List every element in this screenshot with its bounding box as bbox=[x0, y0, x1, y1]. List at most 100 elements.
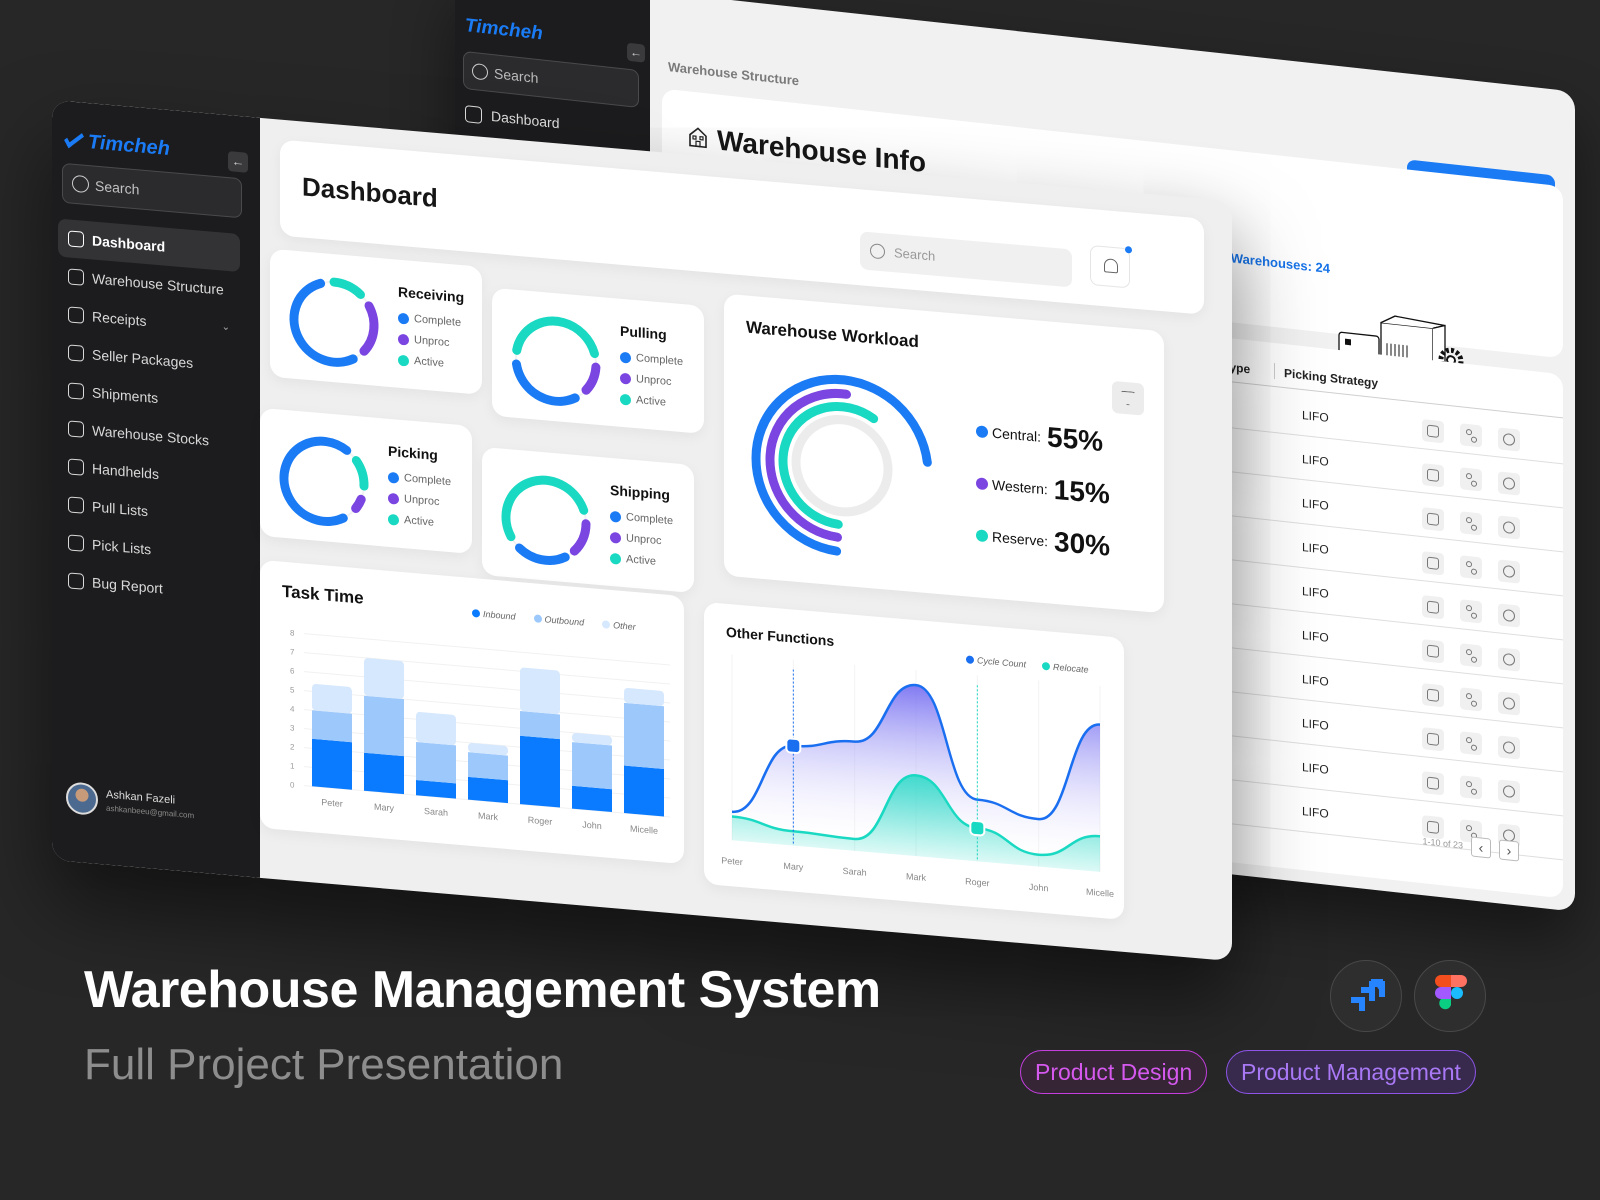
status-donut bbox=[279, 436, 369, 526]
archive-button[interactable] bbox=[1498, 691, 1520, 716]
x-tick-label: Sarah bbox=[424, 806, 448, 818]
row-actions bbox=[1422, 727, 1520, 760]
sidebar-item-dashboard[interactable]: Dashboard bbox=[465, 105, 560, 131]
sidebar-item-label: Warehouse Structure bbox=[92, 270, 224, 298]
warehouse-workload-card: Warehouse Workload Central: 55% Western: 15… bbox=[724, 293, 1164, 614]
dashboard-search-input[interactable]: Search bbox=[860, 231, 1072, 288]
branch-button[interactable] bbox=[1460, 775, 1482, 800]
legend-dot bbox=[398, 333, 409, 346]
legend-dot bbox=[388, 513, 399, 526]
branch-button[interactable] bbox=[1460, 731, 1482, 756]
column-picking-strategy[interactable]: Picking Strategy bbox=[1284, 366, 1378, 390]
note-button[interactable] bbox=[1422, 551, 1444, 576]
note-button[interactable] bbox=[1422, 771, 1444, 796]
sidebar-search-input[interactable]: Search bbox=[463, 50, 639, 108]
note-button[interactable] bbox=[1422, 683, 1444, 708]
archive-button[interactable] bbox=[1498, 471, 1520, 496]
branch-button[interactable] bbox=[1460, 467, 1482, 492]
user-profile[interactable]: Ashkan Fazeli ashkanbeeu@gmail.com bbox=[66, 781, 246, 836]
picking-strategy-cell: LIFO bbox=[1302, 628, 1329, 645]
notification-dot bbox=[1125, 245, 1132, 254]
archive-button[interactable] bbox=[1498, 603, 1520, 628]
workload-value: 55% bbox=[1047, 421, 1104, 458]
archive-button[interactable] bbox=[1498, 647, 1520, 672]
note-icon bbox=[1427, 556, 1439, 570]
chevron-down-icon[interactable]: ⌄ bbox=[222, 309, 230, 348]
workload-radial-chart bbox=[751, 374, 932, 556]
note-button[interactable] bbox=[1422, 419, 1444, 444]
brand-logo: Timcheh bbox=[465, 15, 543, 45]
picking-strategy-cell: LIFO bbox=[1302, 804, 1329, 821]
legend-dot bbox=[610, 531, 621, 544]
bar-roger-other bbox=[520, 667, 560, 715]
y-tick-label: 1 bbox=[290, 761, 295, 770]
status-donut bbox=[511, 316, 601, 406]
note-button[interactable] bbox=[1422, 507, 1444, 532]
row-actions bbox=[1422, 595, 1520, 628]
archive-button[interactable] bbox=[1498, 515, 1520, 540]
archive-button[interactable] bbox=[1498, 735, 1520, 760]
bell-icon bbox=[1104, 258, 1118, 274]
filter-button[interactable] bbox=[1112, 380, 1144, 416]
note-button[interactable] bbox=[1422, 463, 1444, 488]
branch-button[interactable] bbox=[1460, 687, 1482, 712]
legend-dot bbox=[966, 655, 974, 665]
sidebar-item-label: Handhelds bbox=[92, 460, 159, 483]
branch-button[interactable] bbox=[1460, 643, 1482, 668]
archive-button[interactable] bbox=[1498, 779, 1520, 804]
branch-button[interactable] bbox=[1460, 511, 1482, 536]
y-tick-label: 4 bbox=[290, 704, 295, 713]
bar-roger-inbound bbox=[520, 735, 560, 808]
archive-button[interactable] bbox=[1498, 559, 1520, 584]
note-icon bbox=[1427, 424, 1439, 438]
y-tick-label: 7 bbox=[290, 647, 295, 656]
collapse-sidebar-button[interactable]: ← bbox=[627, 42, 645, 63]
highlight-marker[interactable] bbox=[969, 819, 986, 837]
highlight-marker[interactable] bbox=[785, 737, 802, 755]
note-button[interactable] bbox=[1422, 727, 1444, 752]
collapse-sidebar-button[interactable]: ← bbox=[228, 151, 248, 173]
legend-dot bbox=[398, 354, 409, 367]
branch-button[interactable] bbox=[1460, 599, 1482, 624]
archive-button[interactable] bbox=[1498, 427, 1520, 452]
status-card-pulling: Pulling Complete Unproc Active bbox=[492, 287, 704, 434]
note-icon bbox=[1427, 776, 1439, 790]
legend-dot bbox=[976, 425, 988, 439]
next-page-button[interactable]: › bbox=[1499, 839, 1519, 862]
legend-dot bbox=[620, 372, 631, 385]
x-tick-label: Mary bbox=[374, 802, 394, 814]
branch-button[interactable] bbox=[1460, 555, 1482, 580]
x-tick-label: Roger bbox=[965, 876, 989, 888]
note-icon bbox=[1427, 600, 1439, 614]
avatar[interactable] bbox=[66, 781, 98, 816]
branch-icon bbox=[1465, 561, 1477, 574]
legend-dot bbox=[620, 393, 631, 406]
status-legend: Complete Unproc Active bbox=[610, 506, 673, 574]
status-legend: Complete Unproc Active bbox=[388, 467, 451, 535]
sidebar-search-input[interactable]: Search bbox=[62, 162, 242, 219]
other-functions-chart: Peter Mary Sarah Mark Roger John Micelle bbox=[721, 654, 1114, 899]
truck-icon bbox=[68, 382, 84, 400]
note-button[interactable] bbox=[1422, 639, 1444, 664]
branch-icon bbox=[1465, 781, 1477, 794]
picking-strategy-cell: LIFO bbox=[1302, 496, 1329, 513]
sidebar-item-label: Shipments bbox=[92, 384, 159, 407]
legend-dot bbox=[398, 312, 409, 325]
workload-label: Western: bbox=[992, 476, 1048, 498]
x-tick-label: Roger bbox=[528, 815, 552, 827]
notifications-button[interactable] bbox=[1090, 244, 1132, 289]
note-icon bbox=[1427, 644, 1439, 658]
branch-icon bbox=[1465, 737, 1477, 750]
prev-page-button[interactable]: ‹ bbox=[1471, 836, 1491, 859]
note-button[interactable] bbox=[1422, 595, 1444, 620]
branch-button[interactable] bbox=[1460, 423, 1482, 448]
note-icon bbox=[1427, 512, 1439, 526]
legend-dot bbox=[388, 492, 399, 505]
y-tick-label: 2 bbox=[290, 742, 295, 751]
filter-icon bbox=[1121, 391, 1135, 406]
legend-dot bbox=[976, 529, 988, 543]
grid-line bbox=[304, 709, 670, 742]
bar-roger-outbound bbox=[520, 711, 560, 740]
search-icon bbox=[870, 243, 885, 260]
sidebar: Timcheh ← Search Dashboard Warehouse Stru… bbox=[52, 100, 260, 878]
